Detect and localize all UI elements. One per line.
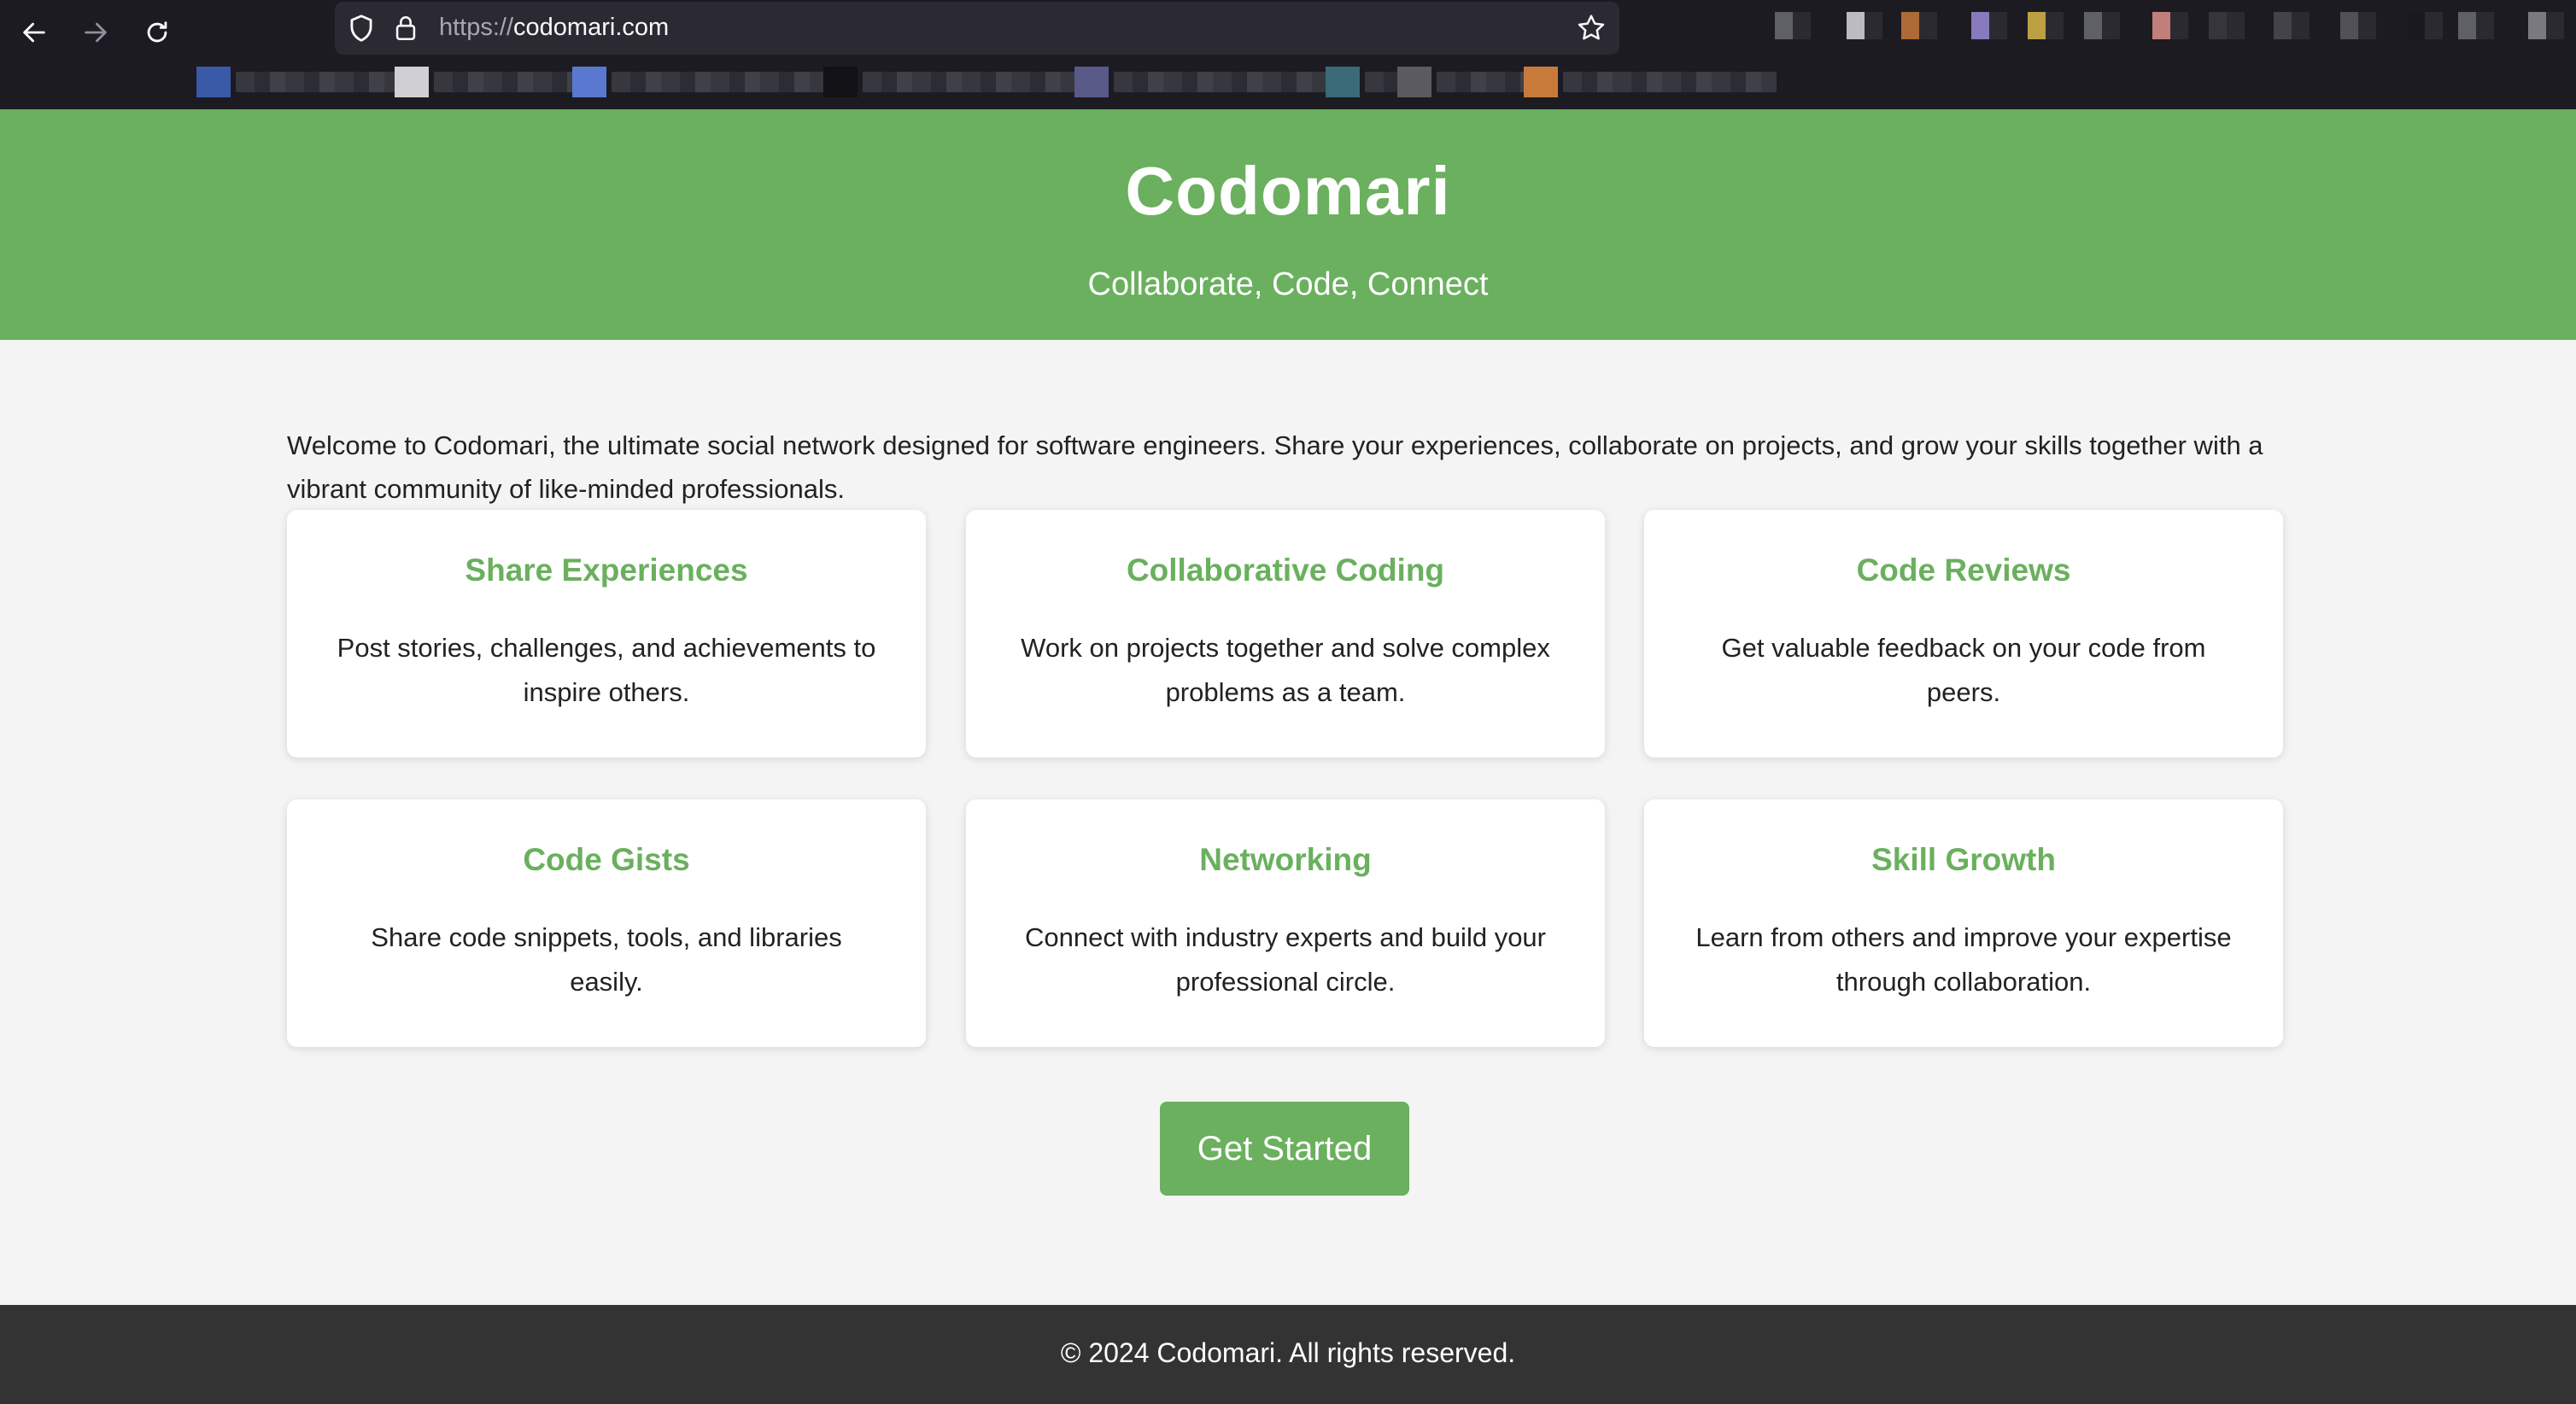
extension-icon[interactable] xyxy=(2528,12,2564,39)
feature-description: Share code snippets, tools, and librarie… xyxy=(371,922,842,997)
feature-title: Skill Growth xyxy=(1871,842,2056,877)
bookmark-label-blurred xyxy=(612,72,834,92)
extension-icon[interactable] xyxy=(2209,12,2245,39)
footer: © 2024 Codomari. All rights reserved. xyxy=(0,1305,2576,1404)
get-started-button[interactable]: Get Started xyxy=(1160,1102,1409,1196)
feature-description: Connect with industry experts and build … xyxy=(1025,922,1546,997)
extension-icon[interactable] xyxy=(2152,12,2188,39)
bookmark-item[interactable] xyxy=(1524,67,1777,97)
bookmark-favicon-icon xyxy=(395,67,429,97)
bookmark-favicon-icon xyxy=(1326,67,1360,97)
feature-card: Share Experiences Post stories, challeng… xyxy=(287,510,926,758)
bookmark-item[interactable] xyxy=(196,67,415,97)
bookmark-favicon-icon xyxy=(1524,67,1558,97)
site-title: Codomari xyxy=(1125,153,1451,229)
bookmark-favicon-icon xyxy=(196,67,231,97)
feature-card: Collaborative Coding Work on projects to… xyxy=(966,510,1605,758)
browser-toolbar: https://codomari.com xyxy=(0,0,2576,109)
feature-title: Code Gists xyxy=(523,842,690,877)
feature-title: Share Experiences xyxy=(465,553,748,588)
feature-card: Code Gists Share code snippets, tools, a… xyxy=(287,799,926,1047)
bookmark-item[interactable] xyxy=(823,67,1085,97)
extension-icon[interactable] xyxy=(1971,12,2007,39)
feature-title: Networking xyxy=(1199,842,1372,877)
extension-icon[interactable] xyxy=(2084,12,2120,39)
feature-description: Get valuable feedback on your code from … xyxy=(1721,633,2206,707)
feature-card: Networking Connect with industry experts… xyxy=(966,799,1605,1047)
extension-icon[interactable] xyxy=(1775,12,1811,39)
feature-description: Work on projects together and solve comp… xyxy=(1021,633,1550,707)
bookmark-favicon-icon xyxy=(1074,67,1109,97)
bookmark-favicon-icon xyxy=(1397,67,1431,97)
bookmark-item[interactable] xyxy=(395,67,596,97)
feature-title: Collaborative Coding xyxy=(1126,553,1445,588)
extension-icon[interactable] xyxy=(2028,12,2064,39)
bookmarks-bar xyxy=(0,67,2576,99)
extension-icon[interactable] xyxy=(1847,12,1882,39)
copyright-text: © 2024 Codomari. All rights reserved. xyxy=(1060,1337,1516,1368)
bookmark-label-blurred xyxy=(1114,72,1344,92)
extension-icon[interactable] xyxy=(1901,12,1937,39)
extension-icon[interactable] xyxy=(2340,12,2376,39)
extension-icon[interactable] xyxy=(2274,12,2310,39)
bookmark-label-blurred xyxy=(236,72,415,92)
feature-title: Code Reviews xyxy=(1856,553,2071,588)
intro-text: Welcome to Codomari, the ultimate social… xyxy=(287,430,2263,504)
bookmark-item[interactable] xyxy=(1074,67,1344,97)
extension-toolbar xyxy=(0,12,2576,41)
extension-icon[interactable] xyxy=(2458,12,2494,39)
bookmark-label-blurred xyxy=(863,72,1085,92)
bookmark-item[interactable] xyxy=(572,67,834,97)
bookmark-label-blurred xyxy=(1563,72,1777,92)
feature-card: Skill Growth Learn from others and impro… xyxy=(1644,799,2283,1047)
bookmark-favicon-icon xyxy=(823,67,858,97)
hero-header: Codomari Collaborate, Code, Connect xyxy=(0,109,2576,340)
extension-icon[interactable] xyxy=(2407,12,2443,39)
bookmark-favicon-icon xyxy=(572,67,606,97)
site-tagline: Collaborate, Code, Connect xyxy=(1087,266,1489,302)
feature-description: Learn from others and improve your exper… xyxy=(1695,922,2232,997)
feature-description: Post stories, challenges, and achievemen… xyxy=(337,633,876,707)
feature-card: Code Reviews Get valuable feedback on yo… xyxy=(1644,510,2283,758)
page-content: Codomari Collaborate, Code, Connect Welc… xyxy=(0,109,2576,1404)
